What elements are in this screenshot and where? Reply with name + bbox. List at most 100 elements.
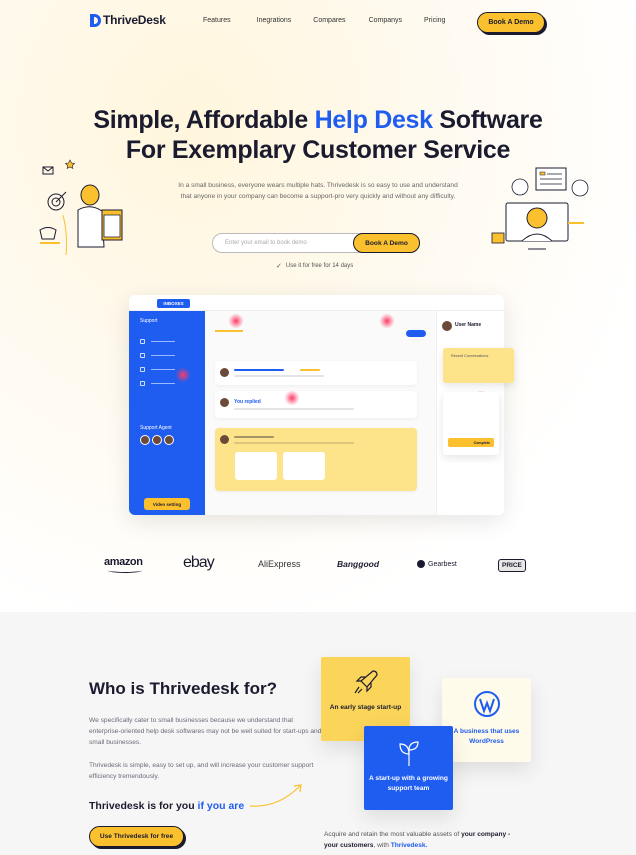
calendar-icon	[140, 381, 145, 386]
plant-icon	[399, 741, 419, 766]
logo-mark-icon	[90, 13, 101, 27]
acquire-brand: Thrivedesk.	[390, 842, 428, 849]
list-item[interactable]	[215, 428, 417, 491]
message-line	[234, 375, 324, 377]
gearbest-text: Gearbest	[428, 560, 457, 568]
mockup-conversation: You replied	[205, 311, 436, 515]
aliexpress-logo: AliExpress	[258, 559, 301, 569]
left-person-illustration	[39, 159, 123, 255]
nav-link-pricing[interactable]: Pricing	[424, 17, 445, 24]
logo-text: ThriveDesk	[103, 13, 166, 27]
nav-link-features[interactable]: Features	[203, 17, 231, 24]
notification-dot	[229, 314, 243, 328]
avatar[interactable]	[164, 435, 174, 445]
message-line	[234, 442, 354, 444]
recent-conversations-label: Recent Conversations	[451, 354, 489, 358]
avatar	[220, 435, 229, 444]
book-demo-button[interactable]: Book A Demo	[477, 12, 545, 33]
status-bar	[215, 330, 243, 332]
card-growing-support-team: A start-up with a growing support team	[364, 726, 453, 810]
complete-button[interactable]: Complete	[448, 438, 494, 447]
amazon-smile-icon	[108, 568, 142, 573]
reply-button[interactable]	[406, 330, 426, 337]
nav-link-integrations[interactable]: Inegrations	[257, 17, 292, 24]
gearbest-icon	[417, 560, 425, 568]
free-trial-note: ✓ Use it for free for 14 days	[276, 262, 353, 270]
curved-arrow-icon	[249, 784, 302, 807]
hero-subtext: In a small business, everyone wears mult…	[178, 182, 458, 200]
card-label: A business that uses WordPress	[453, 728, 520, 745]
use-thrivedesk-free-button[interactable]: Use Thrivedesk for free	[89, 826, 184, 847]
acquire-part: Acquire and retain the most valuable ass…	[324, 831, 462, 838]
sidebar-line	[151, 369, 175, 370]
logo[interactable]: ThriveDesk	[90, 13, 166, 27]
brand-logos: amazon ebay AliExpress Banggood Gearbest…	[0, 554, 636, 580]
notification-dot	[176, 368, 190, 382]
amazon-text: amazon	[104, 556, 143, 568]
mockup-sidebar: Support Support Agent Video setting	[129, 311, 205, 515]
tab-inboxes[interactable]: INBOXES	[157, 299, 190, 308]
user-name: User Name	[455, 322, 482, 328]
avatar[interactable]	[152, 435, 162, 445]
recent-conversations-card[interactable]: Recent Conversations	[443, 348, 514, 383]
acquire-text: Acquire and retain the most valuable ass…	[324, 829, 524, 851]
gearbest-logo: Gearbest	[417, 560, 457, 568]
attachment-thumbnail[interactable]	[235, 452, 277, 480]
sidebar-line	[151, 383, 175, 384]
wordpress-icon	[474, 691, 500, 717]
amazon-logo: amazon	[104, 556, 143, 573]
for-you-text: Thrivedesk is for you	[89, 800, 198, 812]
sidebar-item[interactable]	[140, 381, 180, 386]
email-placeholder: Enter your email to book demo	[225, 240, 307, 246]
video-setting-button[interactable]: Video setting	[144, 498, 190, 510]
acquire-part: , with	[373, 842, 391, 849]
check-icon	[140, 367, 145, 372]
avatar	[220, 368, 229, 377]
agent-avatars	[140, 435, 174, 445]
settings-icon	[140, 353, 145, 358]
email-book-demo-button[interactable]: Book A Demo	[353, 233, 420, 253]
list-item[interactable]: You replied	[215, 391, 417, 418]
who-paragraph-2: Thrivedesk is simple, easy to set up, an…	[89, 762, 314, 780]
for-you-accent: if you are	[197, 800, 245, 812]
sidebar-item[interactable]	[140, 339, 180, 344]
complete-card: Complete	[443, 392, 499, 455]
list-item[interactable]	[215, 361, 417, 385]
inbox-icon	[140, 339, 145, 344]
avatar[interactable]	[140, 435, 150, 445]
title-part: Software	[432, 106, 543, 134]
card-label: An early stage start-up	[329, 704, 402, 711]
title-accent: Help Desk	[314, 106, 433, 134]
you-replied-label: You replied	[234, 399, 261, 405]
email-field[interactable]: Enter your email to book demo Book A Dem…	[212, 233, 420, 253]
notification-dot	[380, 314, 394, 328]
banggood-logo: Banggood	[337, 559, 380, 569]
sidebar-item[interactable]	[140, 353, 180, 358]
support-agent-title: Support Agent	[140, 425, 172, 431]
message-line	[234, 436, 274, 438]
card-wordpress-business: A business that uses WordPress	[442, 678, 531, 762]
avatar	[220, 398, 229, 407]
sidebar-line	[151, 355, 175, 356]
landing-page: ThriveDesk Features Inegrations Compares…	[0, 0, 636, 855]
avatar	[442, 321, 452, 331]
ebay-logo: ebay	[183, 554, 215, 571]
attachment-thumbnail[interactable]	[283, 452, 325, 480]
message-line	[300, 369, 320, 371]
mockup-topbar: INBOXES	[129, 295, 504, 311]
nav-link-companys[interactable]: Companys	[369, 17, 402, 24]
for-you-heading: Thrivedesk is for you if you are	[89, 800, 244, 812]
sidebar-title: Support	[140, 318, 158, 324]
nav-link-compares[interactable]: Compares	[313, 17, 345, 24]
top-nav: ThriveDesk Features Inegrations Compares…	[0, 0, 636, 44]
who-title: Who is Thrivedesk for?	[89, 679, 277, 698]
notification-dot	[285, 391, 299, 405]
sidebar-item[interactable]	[140, 367, 180, 372]
check-icon: ✓	[276, 263, 282, 270]
free-trial-text: Use it for free for 14 days	[285, 263, 354, 269]
hero-title-line-1: Simple, Affordable Help Desk Software	[0, 106, 636, 135]
message-line	[234, 369, 284, 371]
message-line	[234, 408, 354, 410]
who-paragraph-1: We specifically cater to small businesse…	[89, 717, 322, 746]
price-logo: PRICE	[498, 559, 526, 572]
